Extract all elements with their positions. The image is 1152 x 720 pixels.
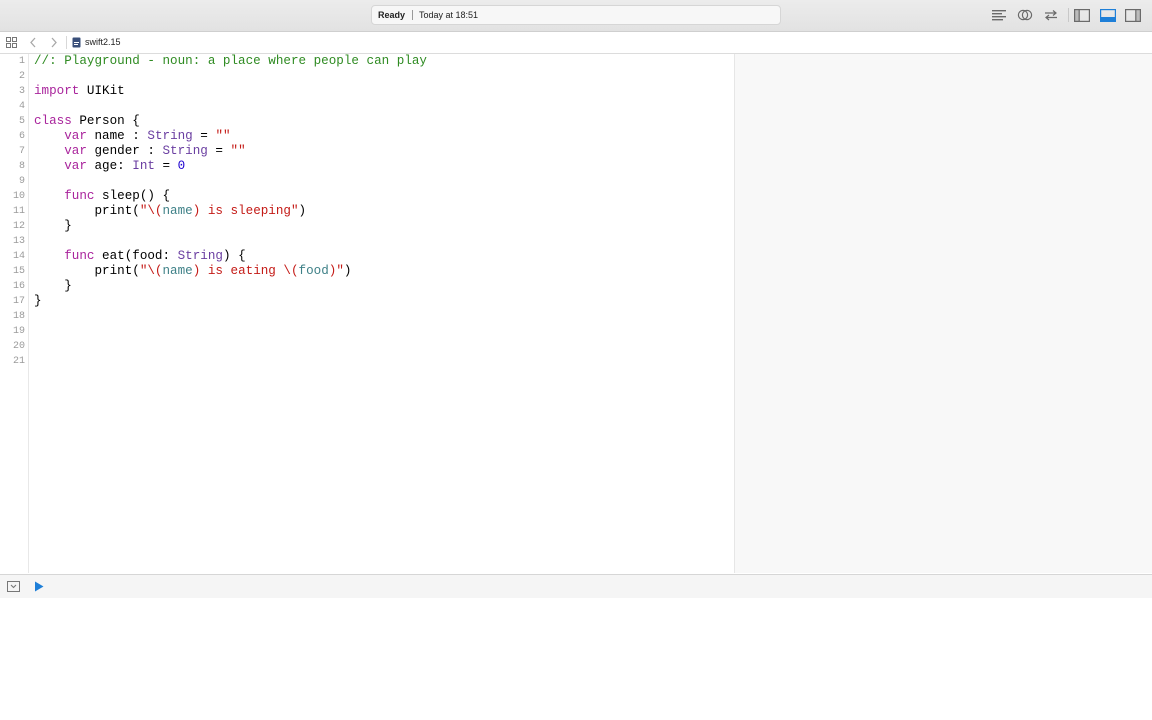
- line-number: 6: [18, 131, 25, 142]
- code-line[interactable]: func sleep() {: [34, 189, 170, 204]
- file-breadcrumb-icon[interactable]: [71, 35, 81, 50]
- back-button[interactable]: [26, 35, 40, 50]
- utilities-toggle-button[interactable]: [1123, 7, 1143, 23]
- code-area[interactable]: //: Playground - noun: a place where peo…: [34, 54, 734, 573]
- line-number: 5: [18, 116, 25, 127]
- hide-debug-area-icon: [6, 580, 20, 592]
- line-number: 12: [12, 221, 25, 232]
- status-state: Ready: [378, 10, 406, 20]
- window-toolbar: Ready Today at 18:51: [0, 0, 1152, 32]
- line-number: 11: [12, 206, 25, 217]
- line-number: 1: [18, 56, 25, 67]
- run-playground-button[interactable]: [33, 579, 45, 593]
- line-number: 13: [12, 236, 25, 247]
- debug-area-toggle-button[interactable]: [1098, 7, 1118, 23]
- code-line[interactable]: //: Playground - noun: a place where peo…: [34, 54, 427, 69]
- line-number: 14: [12, 251, 25, 262]
- toolbar-separator: [1068, 8, 1069, 22]
- standard-editor-button[interactable]: [989, 7, 1009, 23]
- forward-button[interactable]: [47, 35, 61, 50]
- line-number: 7: [18, 146, 25, 157]
- line-number: 4: [18, 101, 25, 112]
- utilities-toggle-icon: [1125, 8, 1141, 22]
- line-number: 10: [12, 191, 25, 202]
- code-line[interactable]: }: [34, 294, 42, 309]
- jump-bar-divider: [66, 36, 67, 49]
- version-editor-icon: [1045, 10, 1057, 21]
- code-line[interactable]: }: [34, 219, 72, 234]
- back-arrow-icon: [30, 37, 36, 48]
- forward-arrow-icon: [51, 37, 57, 48]
- assistant-editor-button[interactable]: [1015, 7, 1035, 23]
- swift-file-icon: [72, 37, 80, 48]
- line-number: 21: [12, 356, 25, 367]
- navigator-toggle-button[interactable]: [1072, 7, 1092, 23]
- status-time: Today at 18:51: [419, 10, 479, 20]
- status-divider: [412, 10, 413, 20]
- code-line[interactable]: class Person {: [34, 114, 140, 129]
- code-line[interactable]: print("\(name) is sleeping"): [34, 204, 306, 219]
- code-line[interactable]: func eat(food: String) {: [34, 249, 245, 264]
- debug-bar: [0, 574, 1152, 599]
- debug-console[interactable]: [0, 598, 1152, 720]
- code-line[interactable]: var gender : String = "": [34, 144, 245, 159]
- assistant-editor-icon: [1017, 9, 1033, 21]
- code-line[interactable]: import UIKit: [34, 84, 125, 99]
- version-editor-button[interactable]: [1041, 7, 1061, 23]
- navigator-toggle-icon: [1074, 8, 1090, 22]
- line-number: 18: [12, 311, 25, 322]
- code-line[interactable]: var name : String = "": [34, 129, 230, 144]
- line-number: 9: [18, 176, 25, 187]
- debug-area-toggle-icon: [1100, 8, 1116, 22]
- code-line[interactable]: }: [34, 279, 72, 294]
- related-items-button[interactable]: [4, 35, 18, 50]
- line-number-gutter: 1 2 3 4 5 6 7 8 9 10 11 12 13 14 15 16 1…: [0, 54, 29, 573]
- jump-bar: swift2.15: [0, 32, 1152, 54]
- line-number: 17: [12, 296, 25, 307]
- results-sidebar: [734, 54, 1152, 573]
- run-playground-icon: [35, 581, 44, 591]
- code-line[interactable]: var age: Int = 0: [34, 159, 185, 174]
- file-breadcrumb[interactable]: swift2.15: [85, 32, 121, 53]
- line-number: 8: [18, 161, 25, 172]
- standard-editor-icon: [992, 10, 1006, 21]
- hide-debug-area-button[interactable]: [6, 579, 20, 593]
- line-number: 16: [12, 281, 25, 292]
- line-number: 20: [12, 341, 25, 352]
- line-number: 19: [12, 326, 25, 337]
- activity-status: Ready Today at 18:51: [371, 5, 781, 25]
- line-number: 15: [12, 266, 25, 277]
- source-editor[interactable]: 1 2 3 4 5 6 7 8 9 10 11 12 13 14 15 16 1…: [0, 54, 734, 573]
- line-number: 3: [18, 86, 25, 97]
- line-number: 2: [18, 71, 25, 82]
- related-items-icon: [5, 37, 17, 48]
- code-line[interactable]: print("\(name) is eating \(food)"): [34, 264, 351, 279]
